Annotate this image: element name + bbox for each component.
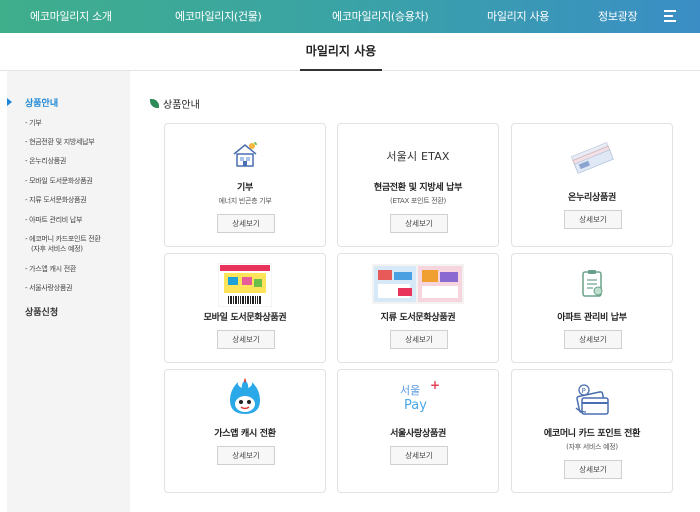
sidebar-sub-ecomoney[interactable]: - 에코머니 카드포인트 전환: [25, 235, 101, 244]
sidebar-sub-mobile-book[interactable]: - 모바일 도서문화상품권: [25, 177, 93, 186]
section-title-label: 상품안내: [163, 100, 200, 111]
product-card-seoul-love: 서울 Pay + 서울사랑상품권 상세보기: [337, 369, 499, 493]
product-card-paper-book: 지류 도서문화상품권 상세보기: [337, 253, 499, 363]
detail-button-gasapp[interactable]: 상세보기: [217, 446, 275, 465]
bill-clipboard-icon: [512, 268, 672, 298]
sub-header: 마일리지 사용: [0, 33, 700, 71]
sidebar-sub-donation[interactable]: - 기부: [25, 119, 42, 128]
card-title: 에코머니 카드 포인트 전환: [543, 429, 641, 439]
product-card-ecomoney: P 에코머니 카드 포인트 전환 (자후 서비스 예정) 상세보기: [511, 369, 673, 493]
product-card-onnuri: 온누리상품권 상세보기: [511, 123, 673, 247]
detail-button-seoul-love[interactable]: 상세보기: [390, 446, 448, 465]
card-desc: (ETAX 포인트 전환): [390, 197, 446, 205]
page-title: 마일리지 사용: [300, 33, 382, 71]
detail-button-onnuri[interactable]: 상세보기: [564, 210, 622, 229]
product-card-apartment: 아파트 관리비 납부 상세보기: [511, 253, 673, 363]
card-desc: (자후 서비스 예정): [566, 443, 618, 451]
paper-book-voucher-image: [338, 264, 498, 304]
top-navigation: 에코마일리지 소개 에코마일리지(건물) 에코마일리지(승용차) 마일리지 사용…: [0, 0, 700, 33]
sidebar-item-product-apply[interactable]: 상품신청: [25, 305, 58, 318]
seoul-pay-logo: 서울 Pay +: [338, 378, 498, 420]
sidebar-sub-paper-book[interactable]: - 지류 도서문화상품권: [25, 196, 87, 205]
card-title: 온누리상품권: [568, 193, 616, 203]
detail-button-ecomoney[interactable]: 상세보기: [564, 460, 622, 479]
card-title: 지류 도서문화상품권: [380, 313, 456, 323]
sidebar-sub-onnuri[interactable]: - 온누리상품권: [25, 157, 66, 166]
seoul-pay-logo-text: 서울: [400, 384, 421, 397]
sidebar-sub-ecomoney-note: (자후 서비스 예정): [31, 245, 83, 253]
hamburger-menu-icon[interactable]: [664, 10, 676, 22]
product-card-donation: 기부 에너지 빈곤층 기부 상세보기: [164, 123, 326, 247]
house-icon: [165, 140, 325, 170]
nav-item-building[interactable]: 에코마일리지(건물): [175, 0, 262, 33]
product-card-gasapp: 가스앱 캐시 전환 상세보기: [164, 369, 326, 493]
section-title: 상품안내: [150, 96, 200, 111]
nav-item-use[interactable]: 마일리지 사용: [487, 0, 549, 33]
detail-button-donation[interactable]: 상세보기: [217, 214, 275, 233]
sidebar-item-product-info[interactable]: 상품안내: [25, 96, 58, 109]
card-title: 가스앱 캐시 전환: [214, 429, 276, 439]
product-card-mobile-book: 모바일 도서문화상품권 상세보기: [164, 253, 326, 363]
detail-button-apartment[interactable]: 상세보기: [564, 330, 622, 349]
sidebar-sub-cash[interactable]: - 현금전환 및 지방세납부: [25, 138, 95, 147]
active-marker-icon: [7, 98, 12, 106]
nav-item-intro[interactable]: 에코마일리지 소개: [30, 0, 112, 33]
svg-text:P: P: [582, 387, 586, 395]
card-title: 기부: [237, 183, 253, 193]
detail-button-mobile-book[interactable]: 상세보기: [217, 330, 275, 349]
nav-item-car[interactable]: 에코마일리지(승용차): [332, 0, 429, 33]
card-desc: 에너지 빈곤층 기부: [218, 197, 272, 205]
card-title: 아파트 관리비 납부: [557, 313, 627, 323]
mobile-book-voucher-image: [165, 263, 325, 307]
leaf-icon: [150, 99, 159, 108]
etax-logo-text: 서울시 ETAX: [386, 150, 450, 163]
product-card-cash: 서울시 ETAX 현금전환 및 지방세 납부 (ETAX 포인트 전환) 상세보…: [337, 123, 499, 247]
plus-icon: +: [430, 378, 441, 392]
card-title: 모바일 도서문화상품권: [203, 313, 287, 323]
sidebar: 상품안내 - 기부 - 현금전환 및 지방세납부 - 온누리상품권 - 모바일 …: [7, 71, 130, 512]
voucher-stack-icon: [512, 140, 672, 174]
detail-button-cash[interactable]: 상세보기: [390, 214, 448, 233]
sidebar-sub-seoul-love[interactable]: - 서울사랑상품권: [25, 284, 72, 293]
gas-flame-mascot-icon: [165, 378, 325, 418]
card-point-icon: P: [512, 382, 672, 416]
card-title: 서울사랑상품권: [390, 429, 446, 439]
nav-item-info[interactable]: 정보광장: [598, 0, 638, 33]
seoul-pay-logo-text2: Pay: [404, 398, 427, 413]
sidebar-sub-gasapp[interactable]: - 가스앱 캐시 전환: [25, 265, 76, 274]
etax-logo: 서울시 ETAX: [338, 148, 498, 164]
sidebar-sub-apartment[interactable]: - 아파트 관리비 납부: [25, 216, 82, 225]
card-title: 현금전환 및 지방세 납부: [373, 183, 463, 193]
detail-button-paper-book[interactable]: 상세보기: [390, 330, 448, 349]
